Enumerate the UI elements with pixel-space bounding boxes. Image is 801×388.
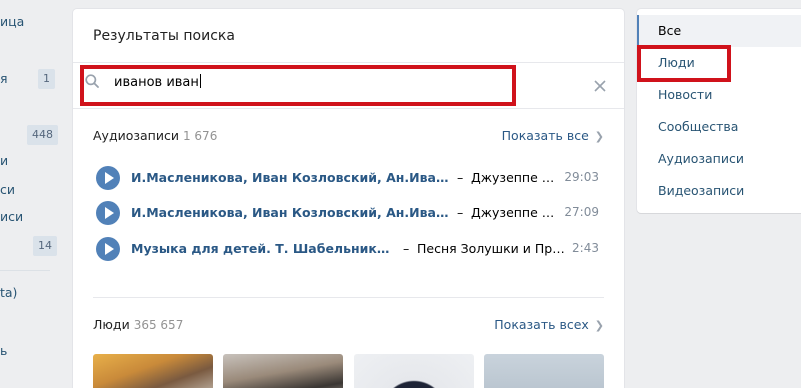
search-highlight-box (80, 65, 516, 106)
people-section-title: Люди (93, 317, 130, 332)
sidebar-divider (0, 270, 50, 271)
sidebar-count-badge: 14 (33, 236, 57, 256)
audio-count: 1 676 (182, 129, 218, 143)
sidebar-item[interactable]: ица (0, 12, 24, 32)
audio-track[interactable]: И.Масленикова, Иван Козловский, Ан.Ивано… (93, 197, 604, 229)
track-duration: 27:09 (564, 205, 599, 219)
show-all-people-label: Показать всех (494, 317, 589, 332)
track-artist[interactable]: И.Масленикова, Иван Козловский, Ан.Ивано… (131, 170, 451, 185)
show-all-audio-link[interactable]: Показать все ❯ (502, 128, 604, 143)
track-duration: 29:03 (564, 170, 599, 184)
people-section-header: Люди 365 657 Показать всех ❯ (93, 317, 604, 335)
track-separator: – (403, 241, 410, 256)
track-artist[interactable]: И.Масленикова, Иван Козловский, Ан.Ивано… (131, 205, 451, 220)
sidebar-item[interactable]: я (0, 69, 8, 89)
track-separator: – (457, 205, 464, 220)
person-photo[interactable] (93, 354, 213, 388)
track-duration: 2:43 (572, 241, 599, 255)
filter-news[interactable]: Новости (637, 79, 801, 111)
play-icon[interactable] (96, 201, 120, 225)
audio-section-title: Аудиозаписи (93, 128, 179, 143)
filter-all[interactable]: Все (637, 15, 801, 47)
sidebar-count-badge: 1 (38, 69, 55, 89)
search-filter-menu: Все Люди Новости Сообщества Аудиозаписи … (637, 9, 801, 213)
sidebar-count-badge: 448 (27, 125, 58, 145)
track-artist[interactable]: Музыка для детей. Т. Шабельникова, И. ..… (131, 241, 393, 256)
person-photo[interactable] (354, 354, 474, 388)
filter-video[interactable]: Видеозаписи (637, 175, 801, 207)
show-all-audio-label: Показать все (501, 128, 589, 143)
left-sidebar: ица я 1 448 и си иси 14 ta) ь (0, 0, 60, 388)
track-title[interactable]: Песня Золушки и Прин... (417, 241, 567, 256)
play-icon[interactable] (96, 166, 120, 190)
sidebar-item[interactable]: си (0, 180, 15, 200)
sidebar-item[interactable]: ta) (0, 283, 17, 303)
search-results-panel: Результаты поиска иванов иван Аудиозапис… (73, 9, 624, 388)
track-separator: – (457, 170, 464, 185)
audio-track[interactable]: Музыка для детей. Т. Шабельникова, И. ..… (93, 233, 604, 265)
chevron-right-icon: ❯ (594, 130, 604, 143)
play-icon[interactable] (96, 237, 120, 261)
sidebar-item[interactable]: иси (0, 207, 23, 227)
people-filter-highlight-box (637, 45, 731, 82)
filter-audio[interactable]: Аудиозаписи (637, 143, 801, 175)
people-results (93, 354, 604, 388)
audio-track[interactable]: И.Масленикова, Иван Козловский, Ан.Ивано… (93, 162, 604, 194)
track-title[interactable]: Джузеппе Ве... (471, 170, 561, 185)
page-title: Результаты поиска (73, 9, 624, 63)
person-photo[interactable] (484, 354, 604, 388)
sidebar-item[interactable]: ь (0, 341, 7, 361)
show-all-people-link[interactable]: Показать всех ❯ (494, 317, 604, 332)
people-count: 365 657 (133, 318, 184, 332)
person-photo[interactable] (223, 354, 343, 388)
filter-communities[interactable]: Сообщества (637, 111, 801, 143)
clear-icon[interactable] (594, 80, 606, 92)
track-title[interactable]: Джузеппе Ве... (471, 205, 561, 220)
sidebar-item[interactable]: и (0, 151, 8, 171)
chevron-right-icon: ❯ (594, 319, 604, 332)
section-divider (93, 297, 604, 298)
search-bar: иванов иван (73, 63, 624, 109)
audio-section-header: Аудиозаписи 1 676 Показать все ❯ (93, 128, 604, 146)
